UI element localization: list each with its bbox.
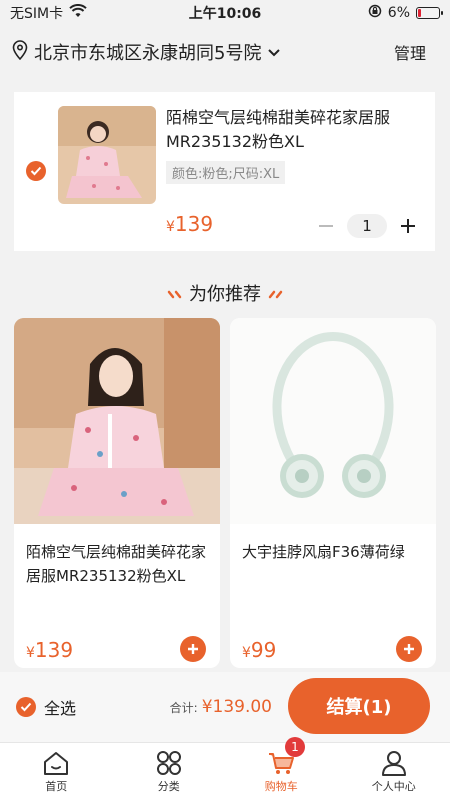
product-spec[interactable]: 颜色:粉色;尺码:XL — [166, 161, 286, 184]
plus-icon — [401, 219, 415, 233]
address-text: 北京市东城区永康胡同5号院 — [34, 43, 262, 64]
recommend-price: ¥139 — [26, 638, 73, 662]
recommend-card[interactable]: 大宇挂脖风扇F36薄荷绿 ¥99 — [230, 318, 436, 668]
plus-icon — [404, 644, 414, 654]
user-icon — [381, 750, 406, 776]
decor-right-icon — [267, 283, 283, 304]
tab-cart-label: 购物车 — [264, 779, 298, 793]
battery-percent: 6% — [387, 5, 410, 21]
recommend-heading: 为你推荐 — [0, 280, 450, 306]
header: 北京市东城区永康胡同5号院 管理 — [0, 30, 450, 74]
price-value: 139 — [34, 638, 74, 662]
status-right: 6% — [368, 4, 443, 22]
quantity-value[interactable]: 1 — [347, 214, 387, 238]
tab-home-label: 首页 — [45, 779, 68, 793]
recommend-card[interactable]: 陌棉空气层纯棉甜美碎花家居服MR235132粉色XL ¥139 — [14, 318, 220, 668]
add-to-cart-button[interactable] — [180, 636, 206, 662]
battery-icon — [416, 7, 443, 19]
total-label: 合计: — [169, 701, 198, 715]
currency-symbol: ¥ — [166, 219, 175, 235]
status-left: 无SIM卡 — [10, 3, 87, 23]
decrease-button[interactable] — [315, 215, 337, 237]
status-time: 上午10:06 — [188, 6, 262, 22]
add-to-cart-button[interactable] — [396, 636, 422, 662]
select-all-checkbox[interactable] — [16, 697, 36, 717]
decor-left-icon — [167, 283, 183, 304]
select-all-toggle[interactable]: 全选 — [16, 695, 76, 719]
wifi-icon — [69, 4, 87, 22]
price-value: 139 — [174, 212, 214, 236]
checkout-bar: 全选 合计: ¥139.00 结算(1) — [0, 672, 450, 742]
carrier-label: 无SIM卡 — [10, 6, 64, 22]
status-bar: 无SIM卡 上午10:06 6% — [0, 0, 450, 26]
quantity-stepper: 1 — [315, 214, 419, 238]
total-value: ¥139.00 — [201, 697, 272, 717]
total-amount: 合计: ¥139.00 — [170, 697, 272, 717]
location-pin-icon — [12, 39, 28, 65]
select-all-label: 全选 — [44, 699, 77, 718]
orientation-lock-icon — [368, 4, 382, 22]
tab-category-label: 分类 — [157, 779, 180, 793]
product-price: ¥139 — [166, 212, 213, 236]
product-title[interactable]: 陌棉空气层纯棉甜美碎花家居服MR235132粉色XL — [166, 106, 424, 154]
tab-category[interactable]: 分类 — [113, 743, 226, 800]
home-icon — [44, 751, 69, 775]
tab-profile-label: 个人中心 — [371, 779, 416, 793]
tab-profile[interactable]: 个人中心 — [338, 743, 450, 800]
cart-count-badge: 1 — [285, 737, 305, 757]
chevron-down-icon — [267, 42, 281, 63]
price-value: 99 — [250, 638, 277, 662]
increase-button[interactable] — [397, 215, 419, 237]
recommend-image[interactable] — [14, 318, 220, 524]
tab-home[interactable]: 首页 — [0, 743, 113, 800]
item-checkbox[interactable] — [26, 161, 46, 181]
recommend-name[interactable]: 大宇挂脖风扇F36薄荷绿 — [242, 540, 428, 564]
currency-symbol: ¥ — [242, 645, 251, 661]
recommend-image[interactable] — [230, 318, 436, 524]
tab-cart[interactable]: 购物车 1 — [225, 737, 338, 800]
tab-bar: 首页 分类 购物车 1 个人中心 — [0, 737, 450, 800]
recommend-title: 为你推荐 — [189, 284, 261, 305]
manage-button[interactable]: 管理 — [394, 40, 426, 64]
recommend-price: ¥99 — [242, 638, 276, 662]
address-selector[interactable]: 北京市东城区永康胡同5号院 — [12, 39, 281, 65]
category-icon — [156, 750, 181, 775]
plus-icon — [188, 644, 198, 654]
minus-icon — [319, 225, 333, 227]
recommend-name[interactable]: 陌棉空气层纯棉甜美碎花家居服MR235132粉色XL — [26, 540, 212, 588]
check-icon — [30, 166, 42, 176]
check-icon — [20, 702, 32, 712]
product-thumbnail[interactable] — [58, 106, 156, 204]
checkout-button[interactable]: 结算(1) — [288, 678, 430, 734]
currency-symbol: ¥ — [26, 645, 35, 661]
cart-item: 陌棉空气层纯棉甜美碎花家居服MR235132粉色XL 颜色:粉色;尺码:XL ¥… — [14, 92, 435, 251]
